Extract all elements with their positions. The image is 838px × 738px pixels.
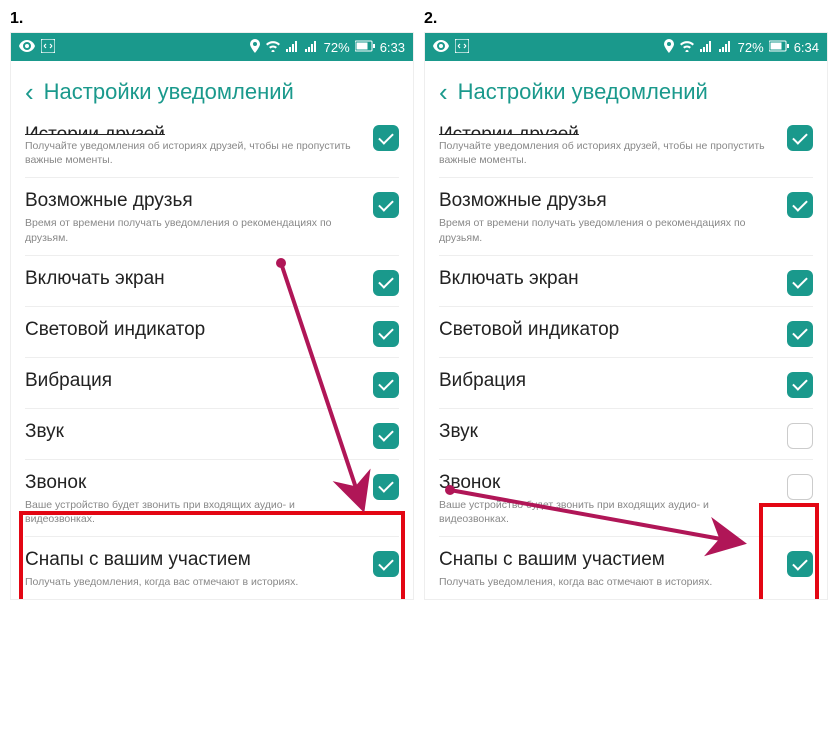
checkbox-vibration[interactable] xyxy=(373,372,399,398)
row-title-stories: Истории друзей xyxy=(25,123,363,135)
page-title: Настройки уведомлений xyxy=(44,79,294,105)
page-header: ‹ Настройки уведомлений xyxy=(11,61,413,123)
page-header: ‹ Настройки уведомлений xyxy=(425,61,827,123)
row-title-screen: Включать экран xyxy=(439,268,777,290)
location-icon xyxy=(250,39,260,56)
arrow-start-dot-1 xyxy=(276,258,286,268)
row-title-snaps: Снапы с вашим участием xyxy=(439,549,777,571)
row-desc-snaps: Получать уведомления, когда вас отмечают… xyxy=(439,575,777,589)
row-ringtone[interactable]: Звонок Ваше устройство будет звонить при… xyxy=(439,459,813,536)
row-title-friends: Возможные друзья xyxy=(25,190,363,212)
row-title-friends: Возможные друзья xyxy=(439,190,777,212)
arrow-start-dot-2 xyxy=(445,485,455,495)
phone-screenshot-1: 72% 6:33 ‹ Настройки уведомлений Истории… xyxy=(10,32,414,600)
signal-icon-1 xyxy=(286,40,300,55)
checkbox-stories[interactable] xyxy=(787,125,813,151)
eye-icon xyxy=(433,40,449,55)
back-icon[interactable]: ‹ xyxy=(25,79,34,105)
battery-text: 72% xyxy=(324,40,350,55)
row-sound[interactable]: Звук xyxy=(439,408,813,459)
checkbox-ringtone[interactable] xyxy=(787,474,813,500)
row-desc-ringtone: Ваше устройство будет звонить при входящ… xyxy=(25,498,363,526)
row-desc-friends: Время от времени получать уведомления о … xyxy=(439,216,777,244)
step-2-column: 2. 72% 6:34 ‹ Настройки уведомлений Исто… xyxy=(424,10,828,600)
step-2-label: 2. xyxy=(424,10,828,28)
row-title-led: Световой индикатор xyxy=(25,319,363,341)
row-led[interactable]: Световой индикатор xyxy=(439,306,813,357)
row-title-snaps: Снапы с вашим участием xyxy=(25,549,363,571)
row-friend-stories[interactable]: Истории друзей Получайте уведомления об … xyxy=(25,123,399,177)
checkbox-vibration[interactable] xyxy=(787,372,813,398)
clock-text: 6:34 xyxy=(794,40,819,55)
row-wake-screen[interactable]: Включать экран xyxy=(25,255,399,306)
row-ringtone[interactable]: Звонок Ваше устройство будет звонить при… xyxy=(25,459,399,536)
step-1-column: 1. 72% 6:33 ‹ Настройки уведомлений xyxy=(10,10,414,600)
checkbox-sound[interactable] xyxy=(373,423,399,449)
checkbox-sound[interactable] xyxy=(787,423,813,449)
row-snaps[interactable]: Снапы с вашим участием Получать уведомле… xyxy=(25,536,399,599)
row-wake-screen[interactable]: Включать экран xyxy=(439,255,813,306)
row-led[interactable]: Световой индикатор xyxy=(25,306,399,357)
checkbox-friends[interactable] xyxy=(373,192,399,218)
page-title: Настройки уведомлений xyxy=(458,79,708,105)
row-desc-snaps: Получать уведомления, когда вас отмечают… xyxy=(25,575,363,589)
battery-text: 72% xyxy=(738,40,764,55)
checkbox-snaps[interactable] xyxy=(787,551,813,577)
row-friend-stories[interactable]: Истории друзей Получайте уведомления об … xyxy=(439,123,813,177)
row-desc-stories: Получайте уведомления об историях друзей… xyxy=(439,139,777,167)
step-1-label: 1. xyxy=(10,10,414,28)
row-title-ringtone: Звонок xyxy=(25,472,363,494)
signal-icon-2 xyxy=(719,40,733,55)
settings-list: Истории друзей Получайте уведомления об … xyxy=(425,123,827,599)
clock-text: 6:33 xyxy=(380,40,405,55)
row-title-vibration: Вибрация xyxy=(439,370,777,392)
row-desc-friends: Время от времени получать уведомления о … xyxy=(25,216,363,244)
row-title-led: Световой индикатор xyxy=(439,319,777,341)
checkbox-led[interactable] xyxy=(373,321,399,347)
row-desc-stories: Получайте уведомления об историях друзей… xyxy=(25,139,363,167)
row-title-stories: Истории друзей xyxy=(439,123,777,135)
status-bar: 72% 6:33 xyxy=(11,33,413,61)
row-desc-ringtone: Ваше устройство будет звонить при входящ… xyxy=(439,498,777,526)
wifi-icon xyxy=(265,40,281,55)
row-title-vibration: Вибрация xyxy=(25,370,363,392)
row-title-sound: Звук xyxy=(25,421,363,443)
row-vibration[interactable]: Вибрация xyxy=(25,357,399,408)
location-icon xyxy=(664,39,674,56)
status-bar: 72% 6:34 xyxy=(425,33,827,61)
row-title-screen: Включать экран xyxy=(25,268,363,290)
signal-icon-1 xyxy=(700,40,714,55)
row-vibration[interactable]: Вибрация xyxy=(439,357,813,408)
row-possible-friends[interactable]: Возможные друзья Время от времени получа… xyxy=(439,177,813,254)
checkbox-ringtone[interactable] xyxy=(373,474,399,500)
checkbox-snaps[interactable] xyxy=(373,551,399,577)
row-title-sound: Звук xyxy=(439,421,777,443)
checkbox-screen[interactable] xyxy=(373,270,399,296)
eye-icon xyxy=(19,40,35,55)
checkbox-friends[interactable] xyxy=(787,192,813,218)
battery-icon xyxy=(355,40,375,55)
row-title-ringtone: Звонок xyxy=(439,472,777,494)
row-sound[interactable]: Звук xyxy=(25,408,399,459)
checkbox-screen[interactable] xyxy=(787,270,813,296)
checkbox-led[interactable] xyxy=(787,321,813,347)
phone-screenshot-2: 72% 6:34 ‹ Настройки уведомлений Истории… xyxy=(424,32,828,600)
signal-icon-2 xyxy=(305,40,319,55)
settings-list: Истории друзей Получайте уведомления об … xyxy=(11,123,413,599)
back-icon[interactable]: ‹ xyxy=(439,79,448,105)
viewer-icon xyxy=(455,39,469,56)
checkbox-stories[interactable] xyxy=(373,125,399,151)
viewer-icon xyxy=(41,39,55,56)
row-snaps[interactable]: Снапы с вашим участием Получать уведомле… xyxy=(439,536,813,599)
wifi-icon xyxy=(679,40,695,55)
row-possible-friends[interactable]: Возможные друзья Время от времени получа… xyxy=(25,177,399,254)
battery-icon xyxy=(769,40,789,55)
